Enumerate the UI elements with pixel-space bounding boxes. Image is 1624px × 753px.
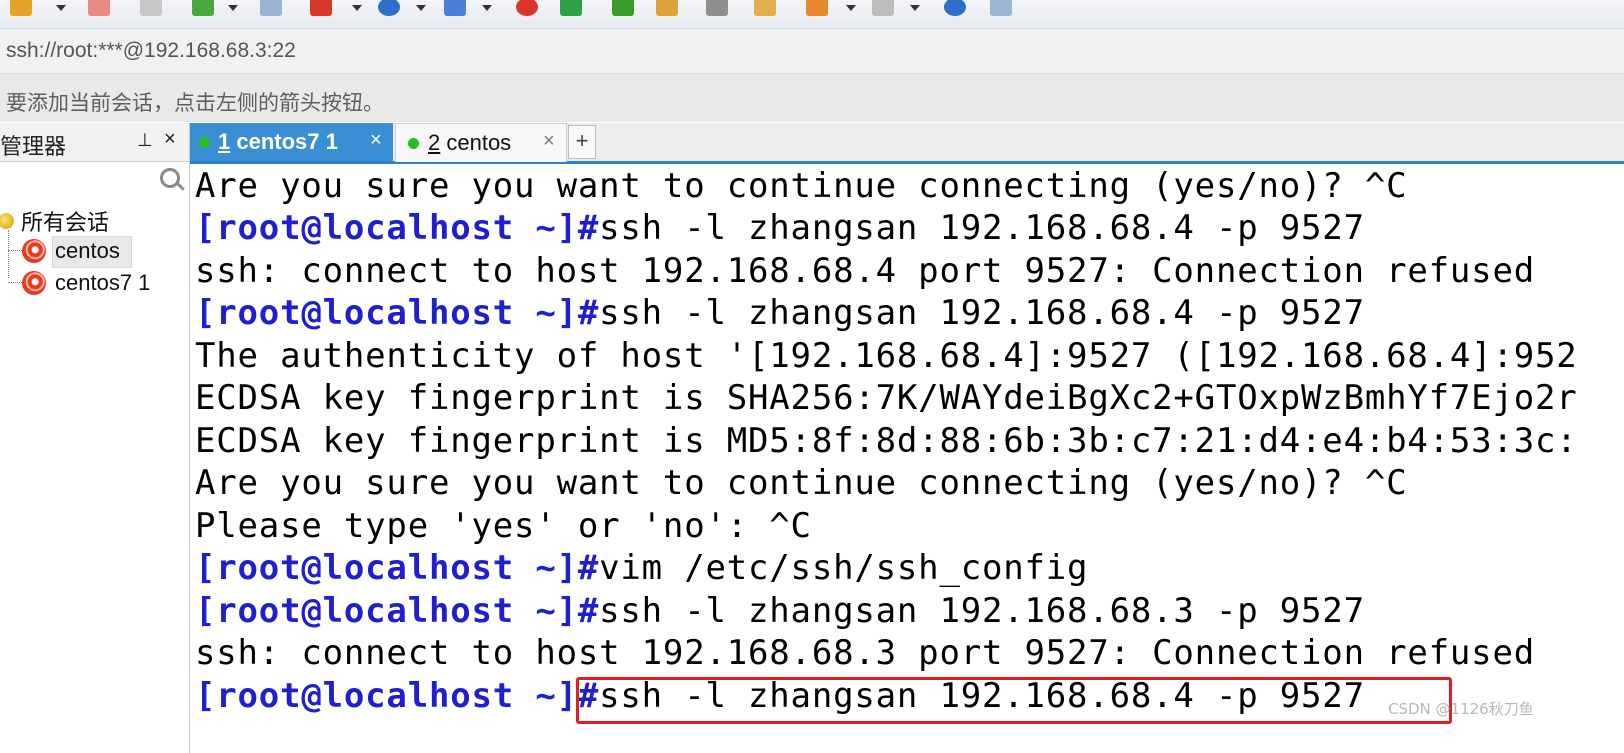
xshell-button[interactable] <box>556 0 586 22</box>
settings-button[interactable] <box>188 0 218 22</box>
edit-button[interactable] <box>750 0 780 22</box>
terminal-line: ssh: connect to host 192.168.68.4 port 9… <box>195 251 1535 291</box>
session-item[interactable]: centos7 1 <box>0 268 189 298</box>
folder-icon <box>0 213 14 229</box>
lock-icon <box>656 0 678 16</box>
session-manager-panel: 管理器 ⊥ × 所有会话 centos centos7 1 <box>0 123 190 753</box>
font-icon <box>444 0 466 16</box>
terminal-line: Please type 'yes' or 'no': ^C <box>195 506 812 546</box>
close-icon[interactable]: × <box>164 128 176 151</box>
disconnect-button[interactable] <box>84 0 114 22</box>
close-icon[interactable]: × <box>370 129 382 152</box>
terminal-line: [root@localhost ~]#ssh -l zhangsan 192.1… <box>195 591 1365 631</box>
font-button[interactable] <box>440 0 470 22</box>
chat-button[interactable] <box>986 0 1016 22</box>
chevron-down-icon[interactable] <box>352 5 362 11</box>
terminal-line: ECDSA key fingerprint is SHA256:7K/WAYde… <box>195 378 1578 418</box>
address-text[interactable]: ssh://root:***@192.168.68.3:22 <box>6 39 296 63</box>
terminal-line: [root@localhost ~]#vim /etc/ssh/ssh_conf… <box>195 548 1089 588</box>
find-button[interactable] <box>256 0 286 22</box>
tab-centos7-1[interactable]: 1 centos7 1 × <box>190 123 393 161</box>
terminal-line: Are you sure you want to continue connec… <box>195 166 1408 206</box>
settings-icon <box>192 0 214 16</box>
hint-text: 要添加当前会话，点击左侧的箭头按钮。 <box>6 91 384 115</box>
find-icon <box>260 0 282 16</box>
chevron-down-icon[interactable] <box>910 5 920 11</box>
transfer-icon <box>612 0 634 16</box>
tree-connector <box>8 250 22 251</box>
tree-root-label: 所有会话 <box>21 211 110 236</box>
session-manager-header: 管理器 ⊥ × <box>0 123 189 162</box>
transfer-button[interactable] <box>608 0 638 22</box>
lock-button[interactable] <box>652 0 682 22</box>
xshell-icon <box>560 0 582 16</box>
terminal-line: ECDSA key fingerprint is MD5:8f:8d:88:6b… <box>195 421 1578 461</box>
reconnect-button[interactable] <box>136 0 166 22</box>
session-label: centos <box>55 238 120 263</box>
toolbar <box>0 0 1624 29</box>
terminal-line: Are you sure you want to continue connec… <box>195 463 1408 503</box>
tab-centos[interactable]: 2 centos × <box>395 123 567 162</box>
help-button[interactable] <box>940 0 970 22</box>
address-bar[interactable]: ssh://root:***@192.168.68.3:22 <box>0 29 1624 74</box>
chevron-down-icon[interactable] <box>482 5 492 11</box>
tree-connector <box>8 282 22 283</box>
session-icon <box>22 239 46 263</box>
search-icon[interactable] <box>160 168 180 188</box>
keyboard-button[interactable] <box>702 0 732 22</box>
xftp-icon <box>516 0 538 16</box>
terminal-output[interactable]: Are you sure you want to continue connec… <box>190 164 1624 753</box>
edit-icon <box>754 0 776 16</box>
chevron-down-icon[interactable] <box>416 5 426 11</box>
session-icon <box>22 271 46 295</box>
new-tab-button[interactable]: + <box>568 125 596 159</box>
hint-bar: 要添加当前会话，点击左侧的箭头按钮。 <box>0 74 1624 122</box>
window-icon <box>872 0 894 16</box>
folder-icon <box>10 0 32 16</box>
plus-icon <box>806 0 828 16</box>
chevron-down-icon[interactable] <box>228 5 238 11</box>
reconnect-icon <box>140 0 162 16</box>
session-manager-title: 管理器 <box>0 135 67 160</box>
status-dot <box>199 137 210 148</box>
add-button[interactable] <box>802 0 832 22</box>
globe-button[interactable] <box>374 0 404 22</box>
terminal-line: ssh: connect to host 192.168.68.3 port 9… <box>195 633 1535 673</box>
xftp-button[interactable] <box>512 0 542 22</box>
help-icon <box>944 0 966 16</box>
globe-icon <box>378 0 400 16</box>
chat-icon <box>990 0 1012 16</box>
disconnect-icon <box>88 0 110 16</box>
terminal-line: The authenticity of host '[192.168.68.4]… <box>195 336 1578 376</box>
chevron-down-icon[interactable] <box>56 5 66 11</box>
session-item[interactable]: centos <box>0 236 189 268</box>
layout-icon <box>310 0 332 16</box>
watermark: CSDN @1126秋刀鱼 <box>1388 700 1534 718</box>
status-dot <box>408 138 419 149</box>
close-icon[interactable]: × <box>543 130 555 153</box>
session-label: centos7 1 <box>55 270 151 295</box>
session-search[interactable] <box>0 162 189 200</box>
open-folder-button[interactable] <box>6 0 36 22</box>
highlight-annotation <box>576 677 1452 724</box>
terminal-line: [root@localhost ~]#ssh -l zhangsan 192.1… <box>195 293 1365 333</box>
tab-bar: 1 centos7 1 × 2 centos × + <box>190 123 1624 164</box>
chevron-down-icon[interactable] <box>846 5 856 11</box>
keyboard-icon <box>706 0 728 16</box>
layout-button[interactable] <box>306 0 336 22</box>
tab-label: 1 centos7 1 <box>218 129 338 154</box>
window-button[interactable] <box>868 0 898 22</box>
terminal-line: [root@localhost ~]#ssh -l zhangsan 192.1… <box>195 208 1365 248</box>
pin-icon[interactable]: ⊥ <box>137 130 153 151</box>
tab-label: 2 centos <box>428 130 512 155</box>
